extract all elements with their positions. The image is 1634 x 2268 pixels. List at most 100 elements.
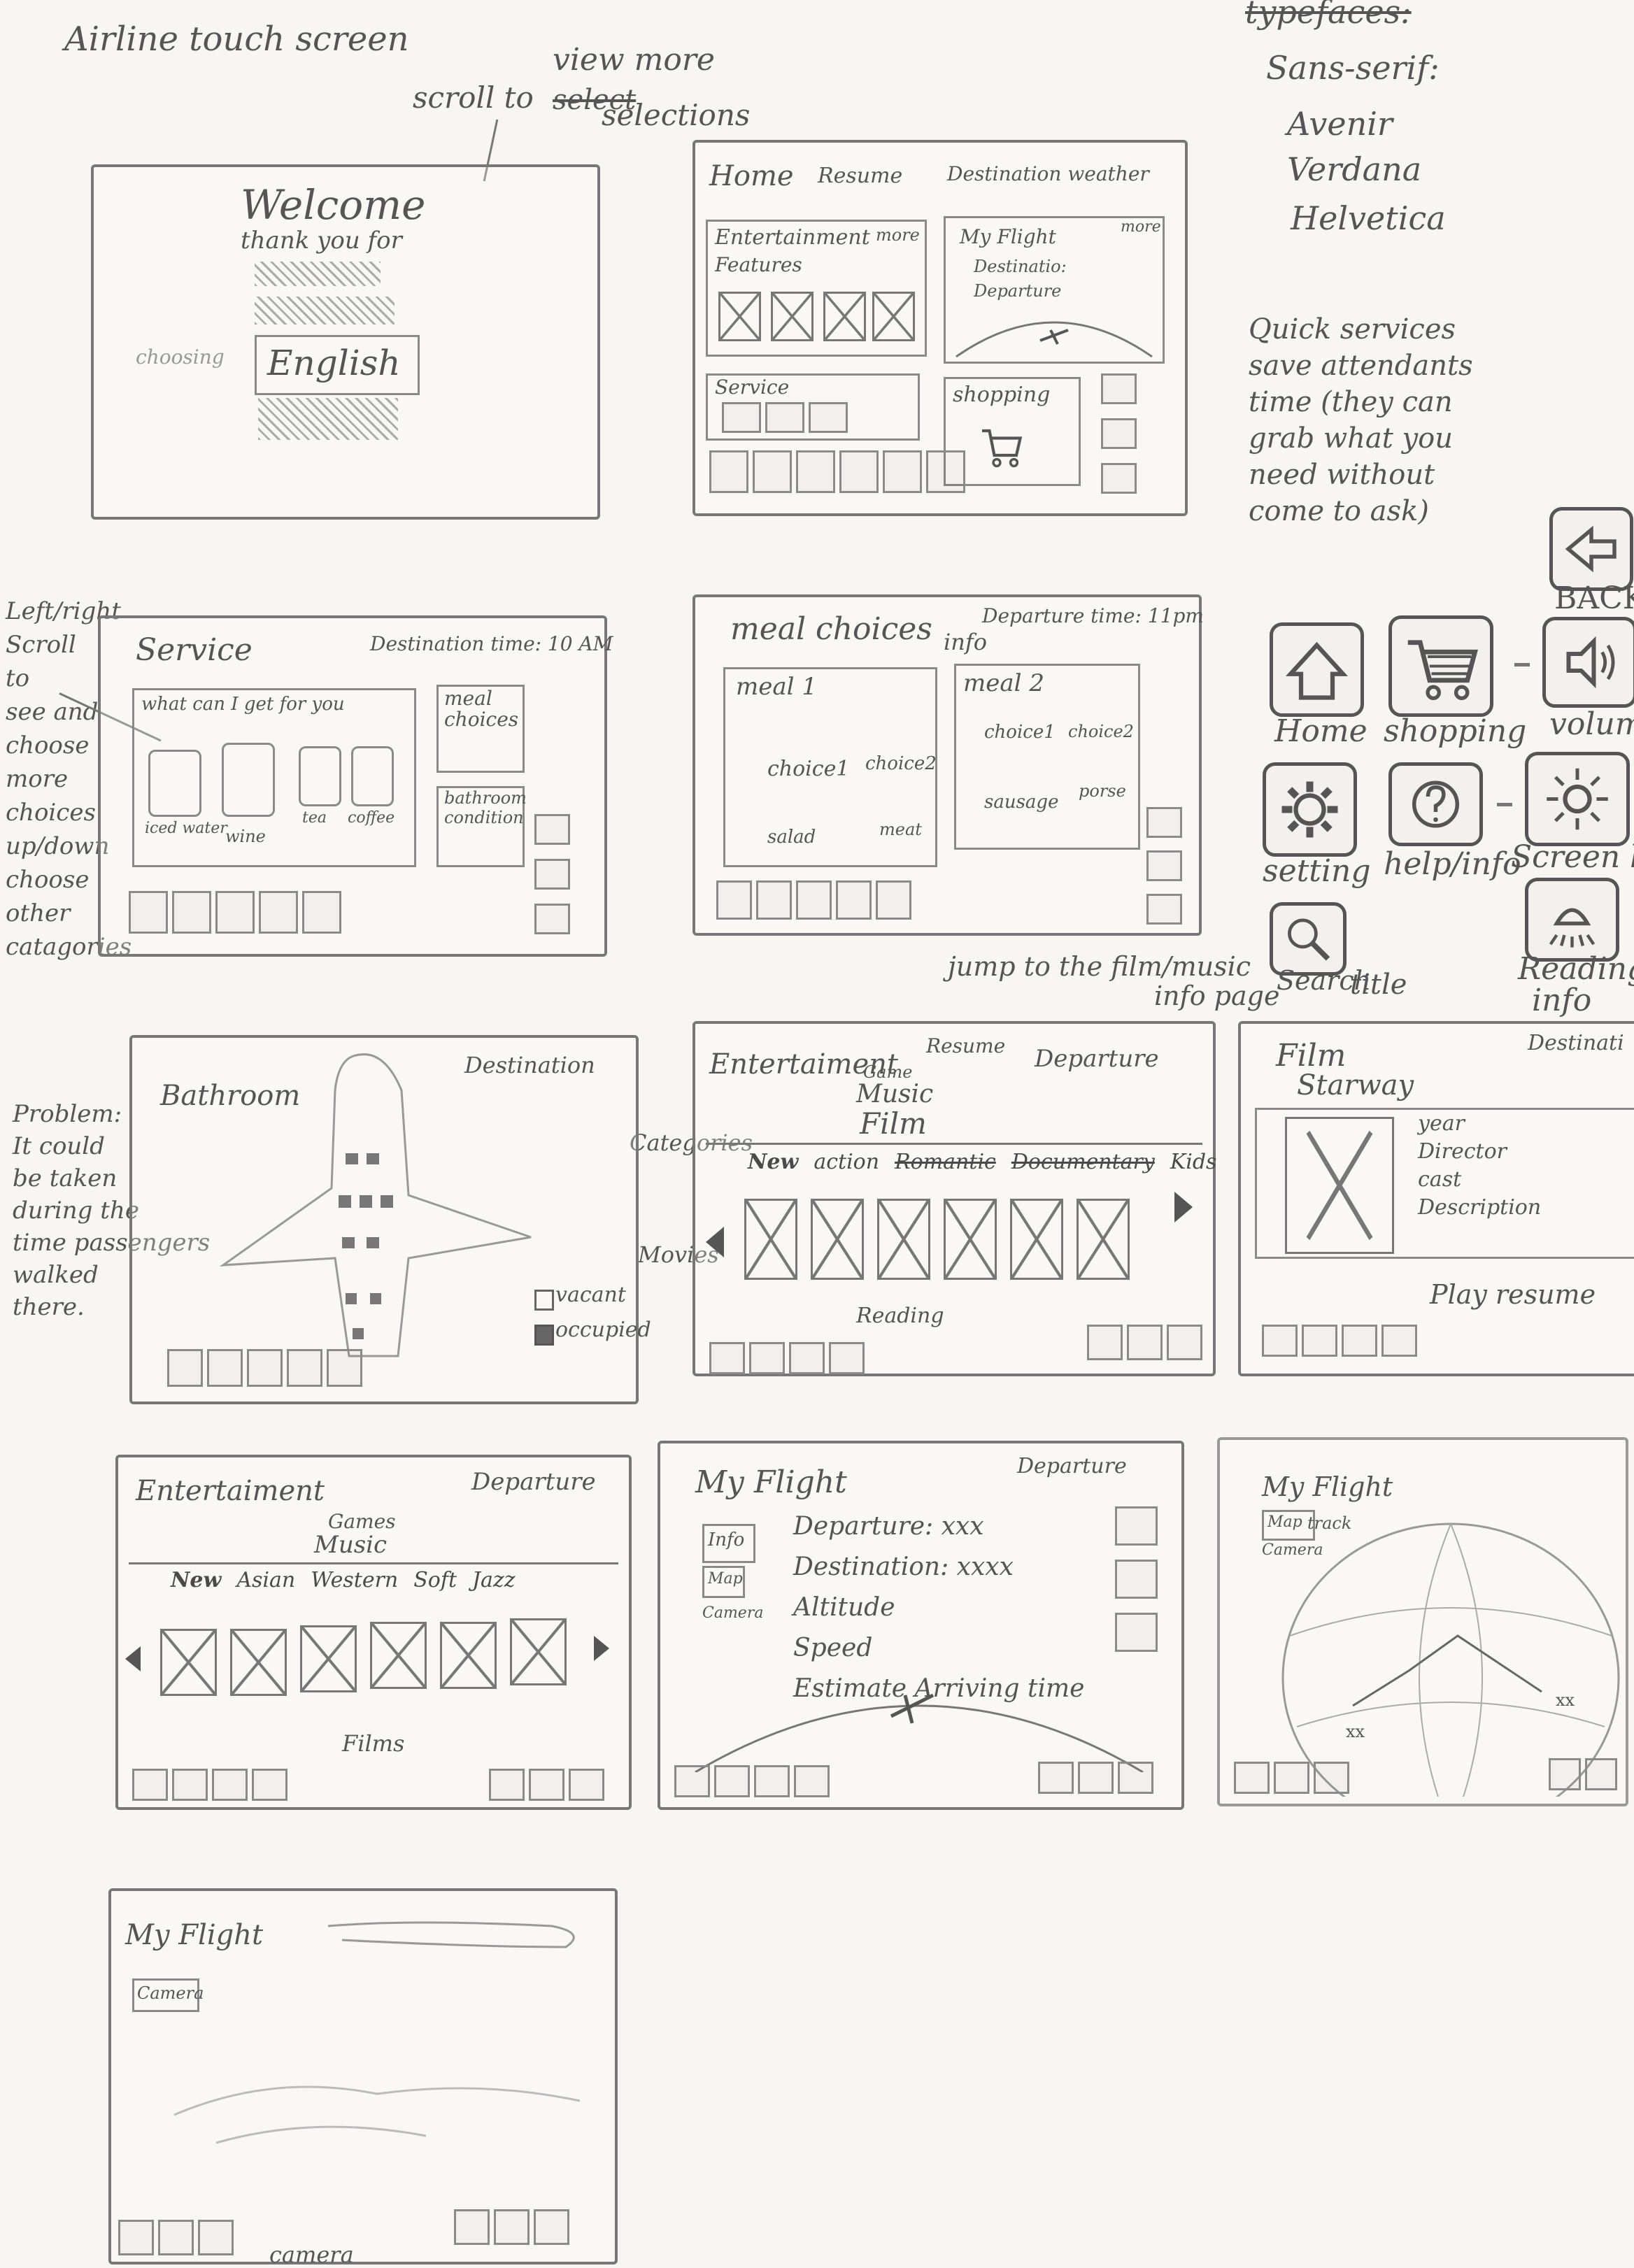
screen-light-label: Screen ligh	[1511, 839, 1634, 875]
meal-2-choice1[interactable]: choice1	[984, 722, 1056, 743]
tab-camera[interactable]: Camera	[702, 1604, 763, 1622]
category-western[interactable]: Western	[311, 1568, 398, 1592]
category-new[interactable]: New	[171, 1568, 221, 1592]
drink-iced-water[interactable]	[148, 750, 201, 817]
film-thumb[interactable]	[811, 1199, 864, 1280]
category-action[interactable]: action	[814, 1150, 879, 1174]
film-thumb[interactable]	[877, 1199, 930, 1280]
bathroom-condition-panel[interactable]: bathroom condition	[436, 786, 527, 867]
scroll-right-arrow[interactable]	[594, 1636, 609, 1661]
meal-nav-bar[interactable]	[716, 880, 911, 920]
service-screen: Service Destination time: 10 AM what can…	[98, 615, 613, 957]
meal-2-label: meal 2	[963, 669, 1044, 697]
ent-music-films[interactable]: Films	[342, 1730, 404, 1757]
film-thumb[interactable]	[944, 1199, 997, 1280]
service-nav-bar[interactable]	[129, 891, 341, 934]
category-new[interactable]: New	[748, 1150, 798, 1174]
ent-film-film[interactable]: Film	[860, 1106, 927, 1141]
ent-film-nav-bar[interactable]	[709, 1342, 865, 1374]
service-quick-icons	[534, 814, 570, 934]
cloud-scenery	[173, 1921, 581, 2144]
film-thumb[interactable]	[1077, 1199, 1130, 1280]
quick-services-note: Quick services save attendants time (they …	[1249, 313, 1473, 527]
feature-thumb[interactable]	[771, 292, 814, 341]
meal-1-panel[interactable]: meal 1 choice1 choice2 salad meat	[723, 667, 937, 867]
film-poster	[1285, 1117, 1394, 1254]
play-resume-button[interactable]: Play resume	[1430, 1279, 1596, 1310]
feature-thumb[interactable]	[718, 292, 761, 341]
camera-nav-bar[interactable]	[118, 2220, 234, 2255]
ent-music-music[interactable]: Music	[314, 1531, 387, 1559]
ent-film-reading[interactable]: Reading	[856, 1304, 944, 1328]
note-scroll-to: scroll to	[413, 80, 534, 115]
album-thumb[interactable]	[440, 1622, 497, 1689]
album-thumb[interactable]	[370, 1622, 427, 1689]
scroll-left-arrow[interactable]	[706, 1227, 724, 1257]
language-button[interactable]: English	[255, 335, 420, 395]
category-asian[interactable]: Asian	[236, 1568, 295, 1592]
bathroom-nav-bar[interactable]	[167, 1349, 362, 1387]
category-documentary[interactable]: Documentary	[1011, 1150, 1155, 1174]
note-view-more: view more	[553, 42, 715, 78]
occupied-swatch	[534, 1325, 554, 1346]
feature-thumb[interactable]	[823, 292, 866, 341]
note-jump-info-page: info page	[1154, 980, 1280, 1011]
category-romantic[interactable]: Romantic	[895, 1150, 996, 1174]
my-flight-screen: My Flight Departure Info Map Camera Depa…	[658, 1441, 1184, 1810]
category-soft[interactable]: Soft	[413, 1568, 457, 1592]
album-thumb[interactable]	[160, 1629, 217, 1696]
welcome-subtitle: thank you for	[241, 227, 402, 255]
home-resume[interactable]: Resume	[818, 164, 902, 188]
my-flight-more[interactable]: more	[1121, 218, 1161, 236]
camera-bottom-label: camera	[269, 2241, 354, 2268]
home-entertainment-panel[interactable]: Entertainment more Features	[706, 220, 927, 357]
map-nav-bar[interactable]	[1234, 1762, 1349, 1794]
film-thumb[interactable]	[744, 1199, 797, 1280]
my-flight-nav-bar[interactable]	[674, 1765, 830, 1797]
scroll-left-arrow[interactable]	[125, 1646, 141, 1671]
entertainment-more[interactable]: more	[876, 225, 920, 245]
home-service-panel[interactable]: Service	[706, 373, 920, 441]
globe-arc	[955, 321, 1153, 358]
meal-choices-panel[interactable]: meal choices	[436, 685, 525, 773]
drink-wine[interactable]	[222, 743, 275, 817]
drink-coffee[interactable]	[351, 746, 394, 806]
cart-icon	[982, 429, 1023, 468]
service-title: Service	[136, 632, 253, 668]
tab-map[interactable]: Map	[702, 1566, 745, 1598]
ent-music-nav-bar[interactable]	[132, 1769, 287, 1801]
meal-info: info	[944, 629, 987, 655]
album-thumb[interactable]	[230, 1629, 287, 1696]
meal-1-choice1[interactable]: choice1	[767, 757, 849, 781]
meal-2-panel[interactable]: meal 2 choice1 choice2 sausage porse	[954, 664, 1140, 850]
drinks-panel[interactable]: what can I get for you iced water wine t…	[132, 688, 416, 867]
home-nav-bar[interactable]	[709, 450, 965, 493]
category-row: New action Romantic Documentary Kids	[748, 1150, 1216, 1174]
drink-tea[interactable]	[299, 746, 341, 806]
help-icon	[1388, 762, 1483, 846]
my-flight-map-screen: My Flight Map track Camera xx xx	[1217, 1437, 1628, 1806]
ent-film-resume[interactable]: Resume	[926, 1034, 1005, 1057]
category-jazz[interactable]: Jazz	[472, 1568, 516, 1592]
my-flight-side-icons	[1115, 1506, 1158, 1652]
film-info-destination: Destinati	[1528, 1031, 1624, 1055]
album-thumb[interactable]	[300, 1625, 357, 1692]
tab-info[interactable]: Info	[702, 1524, 755, 1563]
typefaces-heading: typefaces:	[1245, 0, 1412, 31]
album-thumb[interactable]	[510, 1618, 567, 1685]
cart-icon	[1388, 615, 1493, 717]
scroll-right-arrow[interactable]	[1174, 1192, 1193, 1222]
home-my-flight-panel[interactable]: My Flight more Destinatio: Departure	[944, 216, 1165, 364]
film-info-nav-bar[interactable]	[1262, 1325, 1417, 1357]
welcome-title: Welcome	[241, 181, 426, 229]
drink-label: wine	[225, 827, 266, 846]
feature-thumb[interactable]	[872, 292, 915, 341]
meal-1-choice2[interactable]: choice2	[865, 753, 937, 774]
meal-2-choice2[interactable]: choice2	[1068, 722, 1134, 741]
note-jump-film: jump to the film/music	[948, 951, 1251, 982]
ent-film-game[interactable]: Game	[863, 1062, 912, 1082]
category-kids[interactable]: Kids	[1170, 1150, 1217, 1174]
film-thumb[interactable]	[1010, 1199, 1063, 1280]
ent-music-games[interactable]: Games	[328, 1510, 396, 1533]
ent-film-music[interactable]: Music	[856, 1080, 933, 1108]
